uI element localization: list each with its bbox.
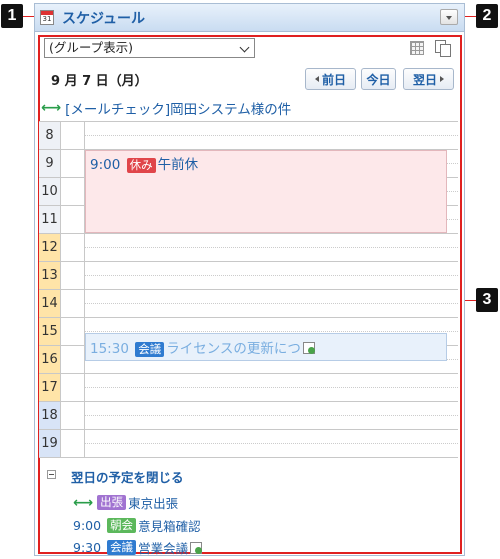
hour-label: 16 bbox=[39, 346, 61, 374]
next-day-button[interactable]: 翌日 bbox=[403, 68, 454, 90]
hour-slot[interactable] bbox=[61, 262, 85, 290]
hour-slot[interactable] bbox=[61, 346, 85, 374]
next-day-event[interactable]: ⟷ 出張 東京出張 bbox=[73, 493, 178, 512]
calendar-grid-icon[interactable] bbox=[410, 41, 424, 55]
event-title: ライセンスの更新につ bbox=[166, 341, 301, 357]
multi-day-arrow-icon: ⟷ bbox=[41, 100, 62, 116]
hour-label: 12 bbox=[39, 234, 61, 262]
callout-marker-2: 2 bbox=[476, 4, 498, 28]
event-tag: 出張 bbox=[97, 495, 127, 510]
hour-label: 19 bbox=[39, 430, 61, 458]
event-title: 午前休 bbox=[157, 157, 199, 173]
event-tag: 会議 bbox=[135, 342, 165, 357]
hour-slot[interactable] bbox=[61, 122, 85, 150]
hour-row: 17 bbox=[39, 374, 458, 402]
today-label: 今日 bbox=[366, 72, 391, 87]
callout-leader-2 bbox=[464, 16, 476, 17]
event-time: 9:30 bbox=[73, 540, 102, 555]
group-display-select[interactable]: (グループ表示) bbox=[44, 38, 255, 58]
hour-slot[interactable] bbox=[61, 318, 85, 346]
hour-label: 14 bbox=[39, 290, 61, 318]
hour-row: 14 bbox=[39, 290, 458, 318]
hour-row: 18 bbox=[39, 402, 458, 430]
hour-label: 18 bbox=[39, 402, 61, 430]
hour-slot[interactable] bbox=[61, 402, 85, 430]
all-day-event[interactable]: ⟷ [メールチェック]岡田システム様の件 bbox=[41, 98, 291, 118]
copy-icon[interactable] bbox=[435, 40, 451, 57]
prev-arrow-icon bbox=[314, 76, 319, 82]
hour-row: 12 bbox=[39, 234, 458, 262]
today-button[interactable]: 今日 bbox=[361, 68, 396, 90]
calendar-icon: 31 bbox=[40, 10, 54, 25]
schedule-portlet: 31 スケジュール (グループ表示) 9 月 7 日（月） 前日 今日 翌日 ⟷… bbox=[34, 3, 465, 556]
event-title: 東京出張 bbox=[128, 496, 179, 511]
hour-slot[interactable] bbox=[61, 178, 85, 206]
portlet-header: 31 スケジュール bbox=[35, 4, 464, 32]
hour-label: 11 bbox=[39, 206, 61, 234]
chevron-down-icon bbox=[239, 42, 250, 53]
event-time: 9:00 bbox=[90, 157, 121, 173]
hour-slot[interactable] bbox=[61, 374, 85, 402]
group-display-value: (グループ表示) bbox=[49, 40, 134, 55]
all-day-event-title: [メールチェック]岡田システム様の件 bbox=[65, 102, 292, 118]
attendee-icon bbox=[302, 342, 315, 354]
hour-slot[interactable] bbox=[61, 234, 85, 262]
hour-slot[interactable] bbox=[61, 290, 85, 318]
schedule-event[interactable]: 15:30 会議 ライセンスの更新につ bbox=[85, 333, 447, 361]
prev-day-label: 前日 bbox=[321, 72, 346, 87]
hour-label: 13 bbox=[39, 262, 61, 290]
hour-slot[interactable] bbox=[61, 150, 85, 178]
next-day-label: 翌日 bbox=[412, 72, 437, 87]
event-title: 意見箱確認 bbox=[138, 519, 201, 534]
hour-label: 8 bbox=[39, 122, 61, 150]
schedule-event[interactable]: 9:00 休み 午前休 bbox=[85, 150, 447, 233]
callout-marker-1: 1 bbox=[1, 4, 23, 28]
collapse-icon[interactable] bbox=[47, 470, 56, 479]
next-day-event[interactable]: 9:30 会議 営業会議 bbox=[73, 538, 203, 557]
portlet-title[interactable]: スケジュール bbox=[62, 8, 145, 28]
portlet-menu-button[interactable] bbox=[440, 9, 458, 25]
prev-day-button[interactable]: 前日 bbox=[305, 68, 356, 90]
current-date: 9 月 7 日（月） bbox=[51, 74, 148, 89]
hour-row: 8 bbox=[39, 122, 458, 150]
event-title: 営業会議 bbox=[138, 541, 189, 556]
attendee-icon bbox=[190, 541, 203, 554]
hour-label: 17 bbox=[39, 374, 61, 402]
event-time: 9:00 bbox=[73, 518, 102, 533]
calendar-icon-text: 31 bbox=[42, 15, 52, 23]
next-day-event[interactable]: 9:00 朝会 意見箱確認 bbox=[73, 516, 201, 535]
callout-marker-3: 3 bbox=[476, 288, 498, 312]
event-tag: 会議 bbox=[107, 540, 137, 555]
event-time: 15:30 bbox=[90, 341, 129, 357]
hour-slot[interactable] bbox=[61, 430, 85, 458]
next-day-toggle[interactable]: 翌日の予定を閉じる bbox=[71, 467, 184, 486]
hour-slot[interactable] bbox=[61, 206, 85, 234]
next-arrow-icon bbox=[440, 76, 444, 82]
hour-label: 15 bbox=[39, 318, 61, 346]
event-tag: 休み bbox=[126, 158, 156, 173]
hour-label: 9 bbox=[39, 150, 61, 178]
hour-row: 19 bbox=[39, 430, 458, 458]
hour-label: 10 bbox=[39, 178, 61, 206]
hour-row: 13 bbox=[39, 262, 458, 290]
multi-day-arrow-icon: ⟷ bbox=[73, 494, 94, 511]
event-tag: 朝会 bbox=[107, 518, 137, 533]
